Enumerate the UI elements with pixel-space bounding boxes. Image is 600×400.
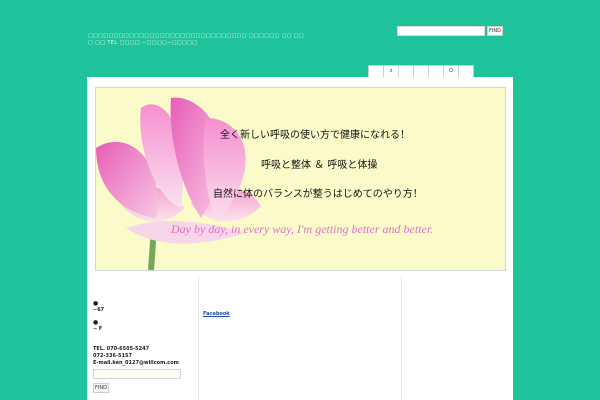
banner-headline-2: 呼吸と整体 ＆ 呼吸と体操: [261, 160, 378, 171]
sidebar-block: ● −67 ● − F: [93, 301, 197, 333]
sidebar-find-button[interactable]: FIND: [93, 383, 109, 393]
banner-headline-3: 自然に体のバランスが整うはじめてのやり方！: [213, 189, 423, 200]
email-text: E-mail.ken_0127@willcom.com: [93, 360, 179, 366]
facebook-link[interactable]: Facebook: [203, 311, 230, 317]
sidebar-search-input[interactable]: [93, 369, 181, 379]
main-panel: 全く新しい呼吸の使い方で健康になれる！ 呼吸と整体 ＆ 呼吸と体操 自然に体のバ…: [87, 77, 513, 400]
banner-motto: Day by day, in every way, I'm getting be…: [171, 222, 434, 236]
find-button[interactable]: FIND: [487, 26, 503, 36]
lotus-banner: 全く新しい呼吸の使い方で健康になれる！ 呼吸と整体 ＆ 呼吸と体操 自然に体のバ…: [95, 87, 506, 271]
tel-text: TEL. 070-6505-5247: [93, 346, 150, 352]
nav-tabs: z O: [368, 65, 474, 78]
header-search: FIND: [397, 26, 503, 36]
lotus-flower-image: [96, 97, 261, 270]
contact-info: TEL. 070-6505-5247 072-336-5157 E-mail.k…: [93, 346, 197, 367]
sidebar-item: −67: [93, 307, 105, 313]
site-header-text: □□□□□□□□□□□□□□□□□□□□□□□□□□□□□□□ □□□□□□ □…: [88, 33, 305, 46]
phone-text: 072-336-5157: [93, 353, 132, 359]
sidebar-item: − F: [93, 326, 103, 332]
column-divider: [401, 277, 402, 400]
banner-headline-1: 全く新しい呼吸の使い方で健康になれる！: [220, 130, 410, 141]
search-input[interactable]: [397, 26, 485, 36]
column-divider: [198, 277, 199, 400]
sidebar: ● −67 ● − F TEL. 070-6505-5247 072-336-5…: [93, 277, 197, 400]
